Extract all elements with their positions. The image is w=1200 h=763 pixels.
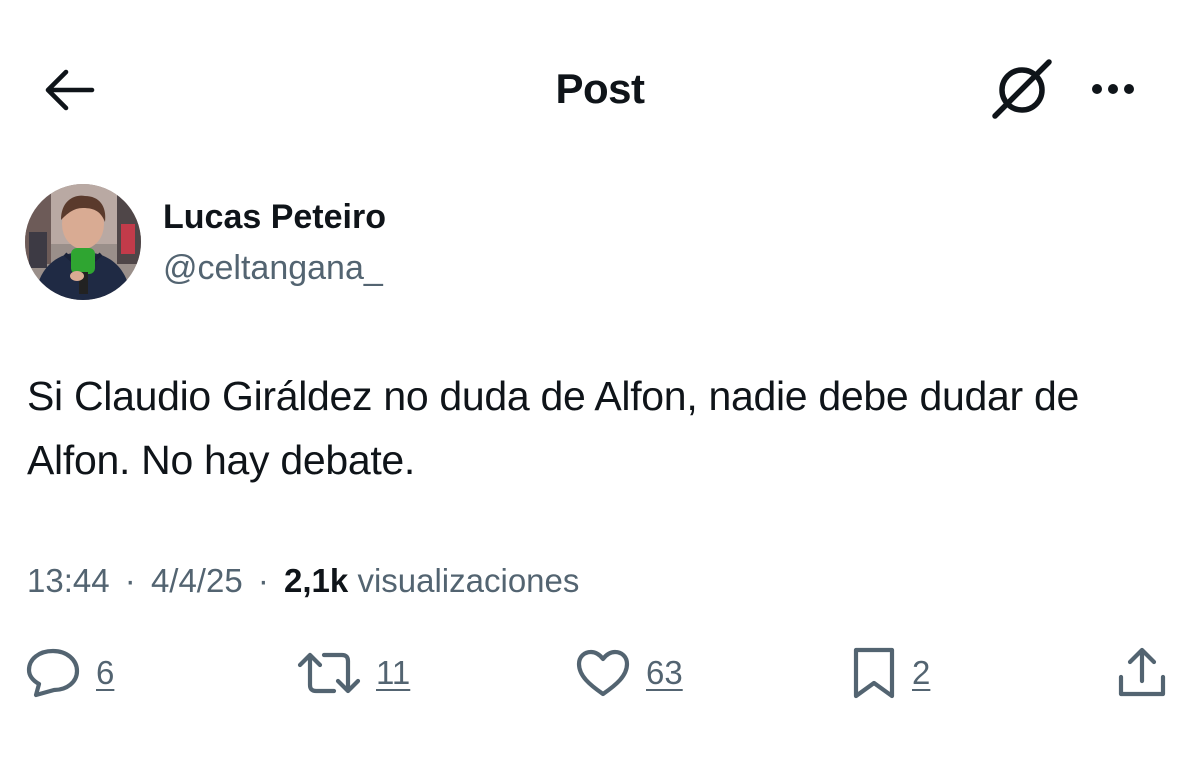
heart-icon	[576, 649, 630, 697]
more-options-button[interactable]	[1078, 66, 1148, 112]
post-meta: 13:44 · 4/4/25 · 2,1k visualizaciones	[27, 560, 579, 602]
post-date[interactable]: 4/4/25	[151, 562, 243, 599]
post-time[interactable]: 13:44	[27, 562, 110, 599]
bookmark-button[interactable]: 2	[850, 644, 930, 702]
page-title: Post	[555, 65, 645, 112]
more-horizontal-icon	[1092, 84, 1134, 94]
bookmark-icon	[853, 647, 895, 699]
views-count[interactable]: 2,1k	[284, 562, 348, 599]
avatar[interactable]	[25, 184, 141, 300]
like-button[interactable]: 63	[574, 644, 683, 702]
profile-photo	[25, 184, 141, 300]
reply-button[interactable]: 6	[24, 644, 114, 702]
repost-count[interactable]: 11	[376, 654, 410, 692]
like-count[interactable]: 63	[646, 654, 683, 692]
grok-icon	[992, 59, 1052, 119]
share-icon	[1118, 647, 1166, 697]
reply-count[interactable]: 6	[96, 654, 114, 692]
share-button[interactable]	[1114, 644, 1170, 702]
meta-separator: ·	[257, 562, 269, 599]
reply-icon	[26, 648, 80, 698]
repost-icon	[297, 652, 361, 694]
author-handle[interactable]: @celtangana_	[163, 247, 383, 289]
meta-separator: ·	[124, 562, 136, 599]
arrow-left-icon	[45, 69, 95, 111]
repost-button[interactable]: 11	[296, 644, 410, 702]
author-display-name[interactable]: Lucas Peteiro	[163, 196, 386, 238]
views-label[interactable]: visualizaciones	[357, 562, 579, 599]
bookmark-count[interactable]: 2	[912, 654, 930, 692]
back-button[interactable]	[36, 62, 100, 118]
grok-button[interactable]	[984, 56, 1060, 122]
post-text: Si Claudio Giráldez no duda de Alfon, na…	[27, 373, 1079, 483]
